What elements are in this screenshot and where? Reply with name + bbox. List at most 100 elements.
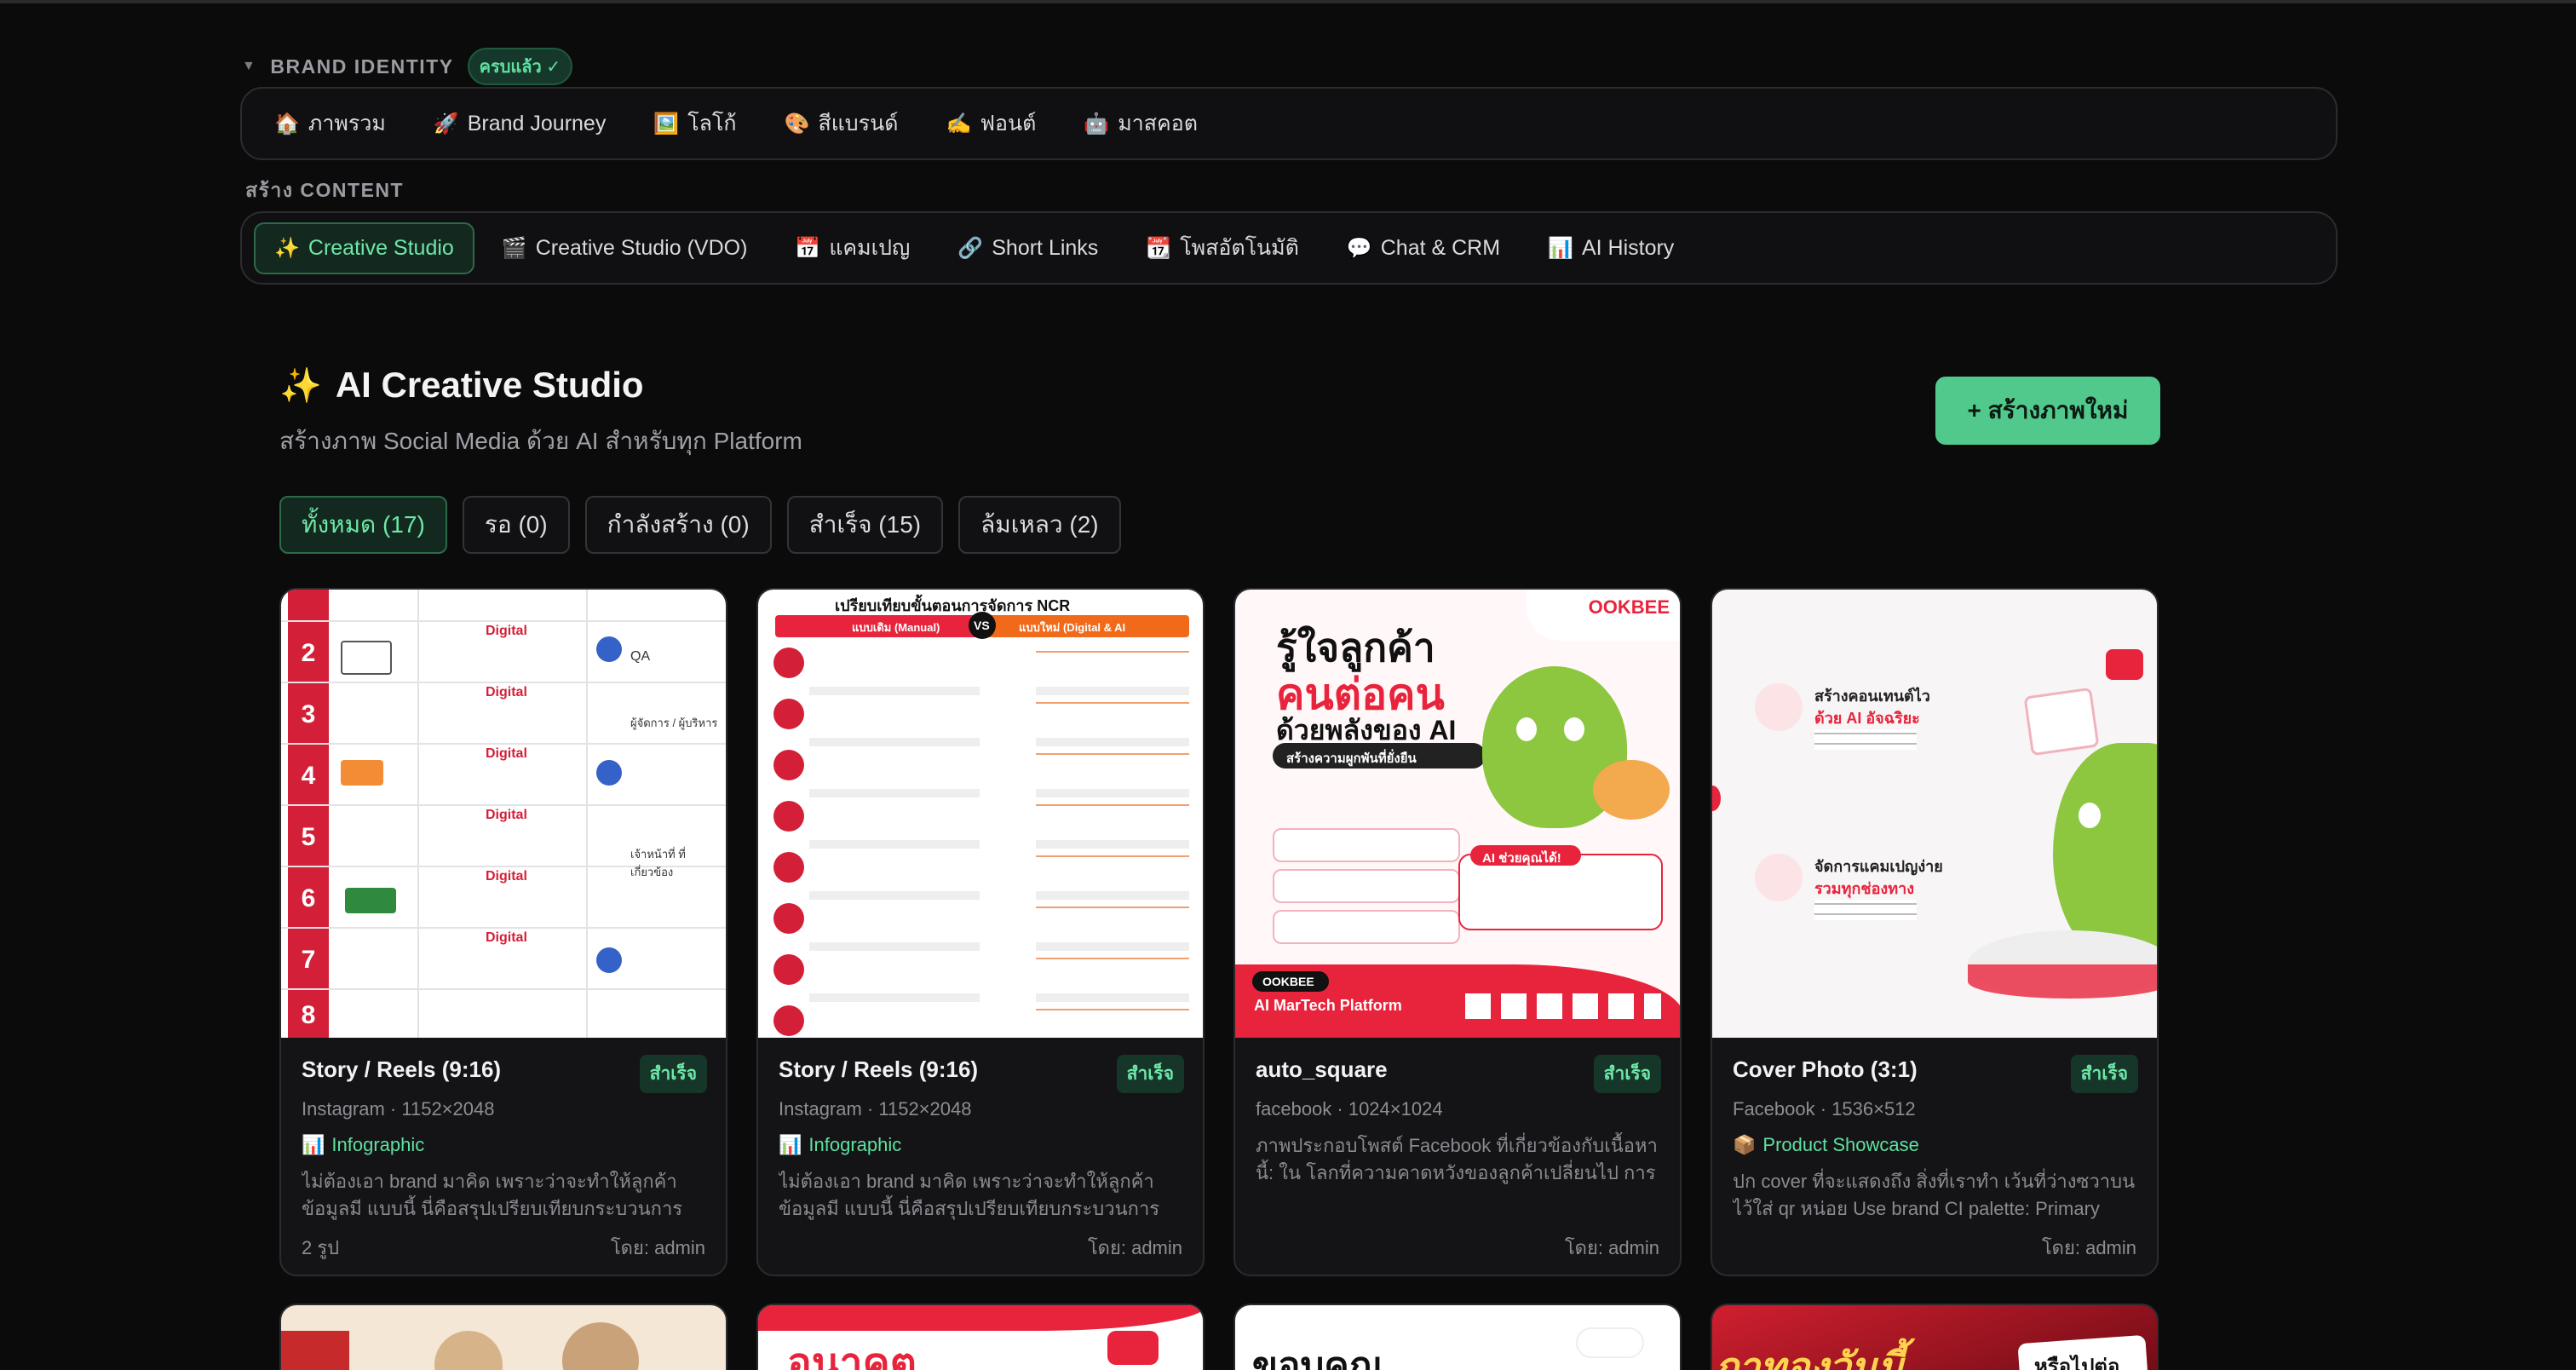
brand-tabs-bar: 🏠 ภาพรวม 🚀 Brand Journey 🖼️ โลโก้ 🎨 สีแบรนด์…: [240, 87, 2337, 160]
chart-icon: 📊: [779, 1134, 802, 1155]
tab-campaigns[interactable]: 📅 แคมเปญ: [774, 217, 930, 279]
card-meta: Instagram · 1152×2048: [779, 1098, 972, 1120]
sparkles-icon: ✨: [279, 366, 322, 405]
status-badge: สำเร็จ: [639, 1055, 707, 1093]
image-card[interactable]: สร้างคอนเทนต์ไว ด้วย AI อัจฉริยะ จัดการแ…: [1711, 588, 2159, 1276]
thumb-text: ภาทองวันนี้...: [1712, 1344, 1937, 1370]
tab-auto-post[interactable]: 📆 โพสอัตโนมัติ: [1125, 217, 1320, 279]
thumb-text: ด้วย AI อัจฉริยะ: [1814, 710, 1920, 727]
thumb-text: รวมทุกช่องทาง: [1814, 880, 1914, 897]
bar-chart-icon: 📊: [1548, 236, 1573, 260]
tab-label: Chat & CRM: [1380, 235, 1501, 260]
tab-ai-history[interactable]: 📊 AI History: [1527, 222, 1694, 274]
page-title: ✨ AI Creative Studio: [279, 365, 644, 406]
thumb-text: อนาคต: [787, 1341, 917, 1370]
image-card[interactable]: ขอบคุณ: [1233, 1304, 1682, 1370]
filter-failed[interactable]: ล้มเหลว (2): [958, 496, 1121, 554]
status-filters: ทั้งหมด (17) รอ (0) กำลังสร้าง (0) สำเร็…: [279, 496, 1121, 554]
image-thumbnail[interactable]: 2 3 4 5 6 7 8 Digital Digital Digital Di…: [281, 590, 726, 1038]
tab-label: มาสคอต: [1118, 112, 1199, 135]
card-meta: facebook · 1024×1024: [1256, 1098, 1443, 1120]
page-subtitle: สร้างภาพ Social Media ด้วย AI สำหรับทุก …: [279, 428, 802, 454]
filter-success[interactable]: สำเร็จ (15): [786, 496, 944, 554]
tab-logo[interactable]: 🖼️ โลโก้: [633, 93, 756, 154]
image-card-grid: 2 3 4 5 6 7 8 Digital Digital Digital Di…: [279, 588, 2159, 1276]
top-divider: [0, 0, 2576, 3]
link-icon: 🔗: [957, 236, 984, 260]
card-author: โดย: admin: [2041, 1237, 2136, 1258]
filter-pending[interactable]: รอ (0): [462, 496, 570, 554]
image-thumbnail[interactable]: OOKBEE รู้ใจลูกค้า คนต่อคน ด้วยพลังของ A…: [1235, 590, 1680, 1038]
tab-label: โพสอัตโนมัติ: [1180, 236, 1299, 260]
image-count: 2 รูป: [302, 1237, 340, 1258]
thumb-text: เจ้าหน้าที่ ที่เกี่ยวข้อง: [630, 848, 686, 878]
tab-brand-colors[interactable]: 🎨 สีแบรนด์: [764, 93, 919, 154]
image-card[interactable]: 2 3 4 5 6 7 8 Digital Digital Digital Di…: [279, 588, 727, 1276]
thumb-text: จัดการแคมเปญง่าย: [1814, 858, 1943, 875]
thumb-text: AI ช่วยคุณได้!: [1482, 851, 1561, 866]
filter-all[interactable]: ทั้งหมด (17): [279, 496, 447, 554]
image-card[interactable]: ภาทองวันนี้... หรือไปต่อ: [1711, 1304, 2159, 1370]
chevron-down-icon: ▼: [242, 59, 257, 73]
tab-label: ภาพรวม: [308, 112, 386, 135]
image-thumbnail[interactable]: สร้างคอนเทนต์ไว ด้วย AI อัจฉริยะ จัดการแ…: [1712, 590, 2157, 1038]
rocket-icon: 🚀: [433, 112, 459, 135]
image-thumbnail[interactable]: เปรียบเทียบขั้นตอนการจัดการ NCR แบบเดิม …: [758, 590, 1203, 1038]
category-label: Product Showcase: [1762, 1134, 1919, 1155]
chart-icon: 📊: [302, 1134, 325, 1155]
image-card[interactable]: [279, 1304, 727, 1370]
card-meta: Facebook · 1536×512: [1733, 1098, 1916, 1120]
palette-icon: 🎨: [784, 112, 810, 135]
package-icon: 📦: [1733, 1134, 1757, 1155]
thumb-text: เปรียบเทียบขั้นตอนการจัดการ NCR: [835, 597, 1071, 614]
image-card[interactable]: เปรียบเทียบขั้นตอนการจัดการ NCR แบบเดิม …: [756, 588, 1205, 1276]
chat-bubble-icon: 💬: [1346, 236, 1372, 260]
category-label: Infographic: [808, 1134, 902, 1155]
category-label: Infographic: [331, 1134, 425, 1155]
card-description: ภาพประกอบโพสต์ Facebook ที่เกี่ยวข้องกับ…: [1256, 1135, 1658, 1183]
tab-chat-crm[interactable]: 💬 Chat & CRM: [1326, 222, 1521, 274]
thumb-text: Digital: [486, 624, 527, 638]
tab-label: ฟอนต์: [980, 112, 1037, 135]
thumb-text: แบบเดิม (Manual): [852, 621, 940, 634]
tab-label: AI History: [1581, 235, 1675, 260]
create-content-header: สร้าง CONTENT: [245, 176, 404, 206]
status-badge: สำเร็จ: [1116, 1055, 1184, 1093]
brand-identity-header[interactable]: ▼ BRAND IDENTITY ครบแล้ว ✓: [242, 48, 573, 85]
filter-generating[interactable]: กำลังสร้าง (0): [584, 496, 772, 554]
thumb-text: OOKBEE: [1588, 596, 1670, 618]
image-card[interactable]: OOKBEE รู้ใจลูกค้า คนต่อคน ด้วยพลังของ A…: [1233, 588, 1682, 1276]
card-description: ไม่ต้องเอา brand มาคิด เพราะว่าจะทำให้ลู…: [302, 1171, 683, 1219]
category-tag: 📊 Infographic: [779, 1134, 1182, 1156]
tab-creative-studio[interactable]: ✨ Creative Studio: [254, 222, 474, 274]
create-new-image-button[interactable]: + สร้างภาพใหม่: [1935, 377, 2160, 445]
card-meta: Instagram · 1152×2048: [302, 1098, 495, 1120]
writing-hand-icon: ✍️: [946, 112, 972, 135]
brand-identity-title: BRAND IDENTITY: [270, 55, 454, 78]
tab-label: โลโก้: [687, 112, 737, 135]
thumb-text: AI MarTech Platform: [1254, 997, 1402, 1014]
card-author: โดย: admin: [1564, 1237, 1659, 1258]
tab-label: Creative Studio (VDO): [535, 235, 748, 260]
card-author: โดย: admin: [610, 1237, 705, 1258]
tab-overview[interactable]: 🏠 ภาพรวม: [254, 93, 406, 154]
tab-label: สีแบรนด์: [818, 112, 899, 135]
tab-short-links[interactable]: 🔗 Short Links: [937, 222, 1118, 274]
page-title-text: AI Creative Studio: [335, 365, 644, 405]
image-card-grid-row-2: อนาคต ขอบคุณ ภาทองวันนี้... หรือไปต่อ: [279, 1304, 2159, 1370]
image-card[interactable]: อนาคต: [756, 1304, 1205, 1370]
card-author: โดย: admin: [1087, 1237, 1182, 1258]
thumb-text: หรือไปต่อ: [2034, 1356, 2120, 1370]
tab-brand-journey[interactable]: 🚀 Brand Journey: [413, 98, 627, 150]
tab-mascot[interactable]: 🤖 มาสคอต: [1063, 93, 1218, 154]
tab-creative-studio-vdo[interactable]: 🎬 Creative Studio (VDO): [481, 222, 768, 274]
tab-label: Short Links: [992, 235, 1099, 260]
calendar-icon: 📆: [1146, 236, 1172, 260]
calendar-icon: 📅: [795, 236, 821, 260]
thumb-text: สร้างคอนเทนต์ไว: [1814, 688, 1930, 705]
tab-fonts[interactable]: ✍️ ฟอนต์: [925, 93, 1056, 154]
tab-label: Creative Studio: [308, 235, 454, 260]
status-badge: สำเร็จ: [1593, 1055, 1661, 1093]
content-tabs-bar: ✨ Creative Studio 🎬 Creative Studio (VDO) …: [240, 211, 2337, 285]
card-description: ไม่ต้องเอา brand มาคิด เพราะว่าจะทำให้ลู…: [779, 1171, 1160, 1219]
